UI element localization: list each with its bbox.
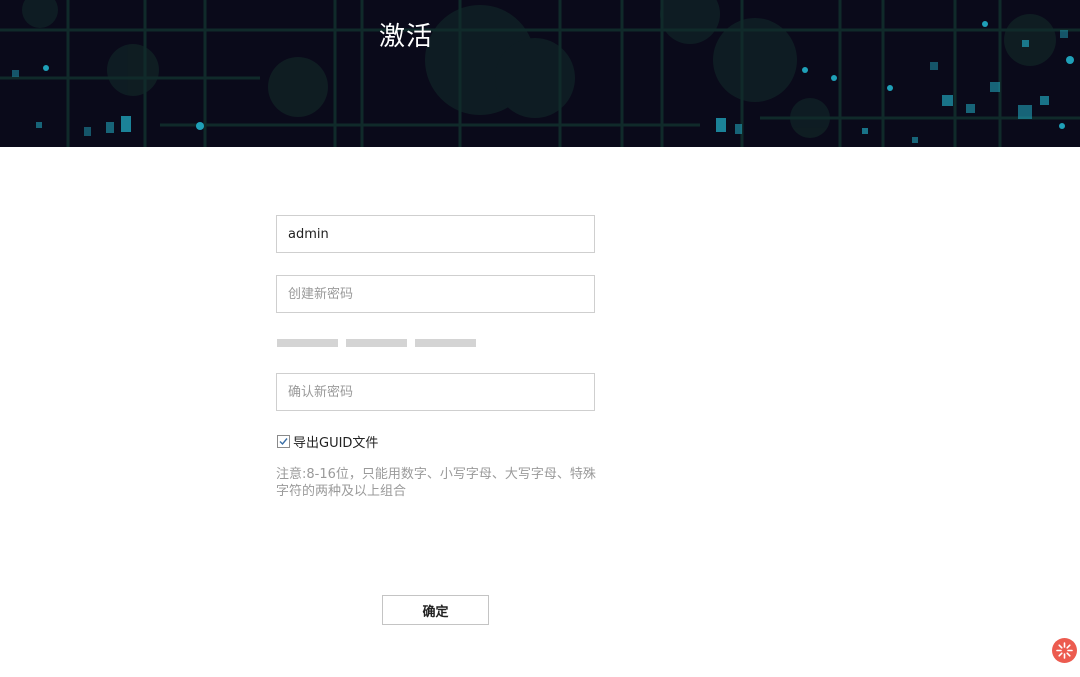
username-input[interactable] bbox=[277, 216, 594, 252]
strength-bar-weak bbox=[277, 339, 338, 347]
export-guid-label: 导出GUID文件 bbox=[293, 436, 379, 451]
export-guid-checkbox[interactable] bbox=[277, 435, 290, 448]
confirm-password-input[interactable] bbox=[277, 374, 594, 410]
floating-assistant-button[interactable] bbox=[1052, 638, 1077, 663]
confirm-password-field[interactable] bbox=[276, 373, 595, 411]
confirm-button[interactable]: 确定 bbox=[382, 595, 489, 625]
strength-bar-strong bbox=[415, 339, 476, 347]
sparkle-icon bbox=[1056, 642, 1073, 659]
page-title: 激活 bbox=[379, 22, 434, 52]
circuit-background-graphic bbox=[0, 0, 1080, 147]
new-password-input[interactable] bbox=[277, 276, 594, 312]
username-field[interactable] bbox=[276, 215, 595, 253]
password-rule-note: 注意:8-16位，只能用数字、小写字母、大写字母、特殊字符的两种及以上组合 bbox=[276, 467, 596, 499]
strength-bar-medium bbox=[346, 339, 407, 347]
export-guid-option[interactable]: 导出GUID文件 bbox=[277, 432, 378, 451]
checkmark-icon bbox=[279, 438, 288, 446]
new-password-field[interactable] bbox=[276, 275, 595, 313]
header-banner: 激活 bbox=[0, 0, 1080, 147]
password-strength-meter bbox=[277, 339, 476, 347]
